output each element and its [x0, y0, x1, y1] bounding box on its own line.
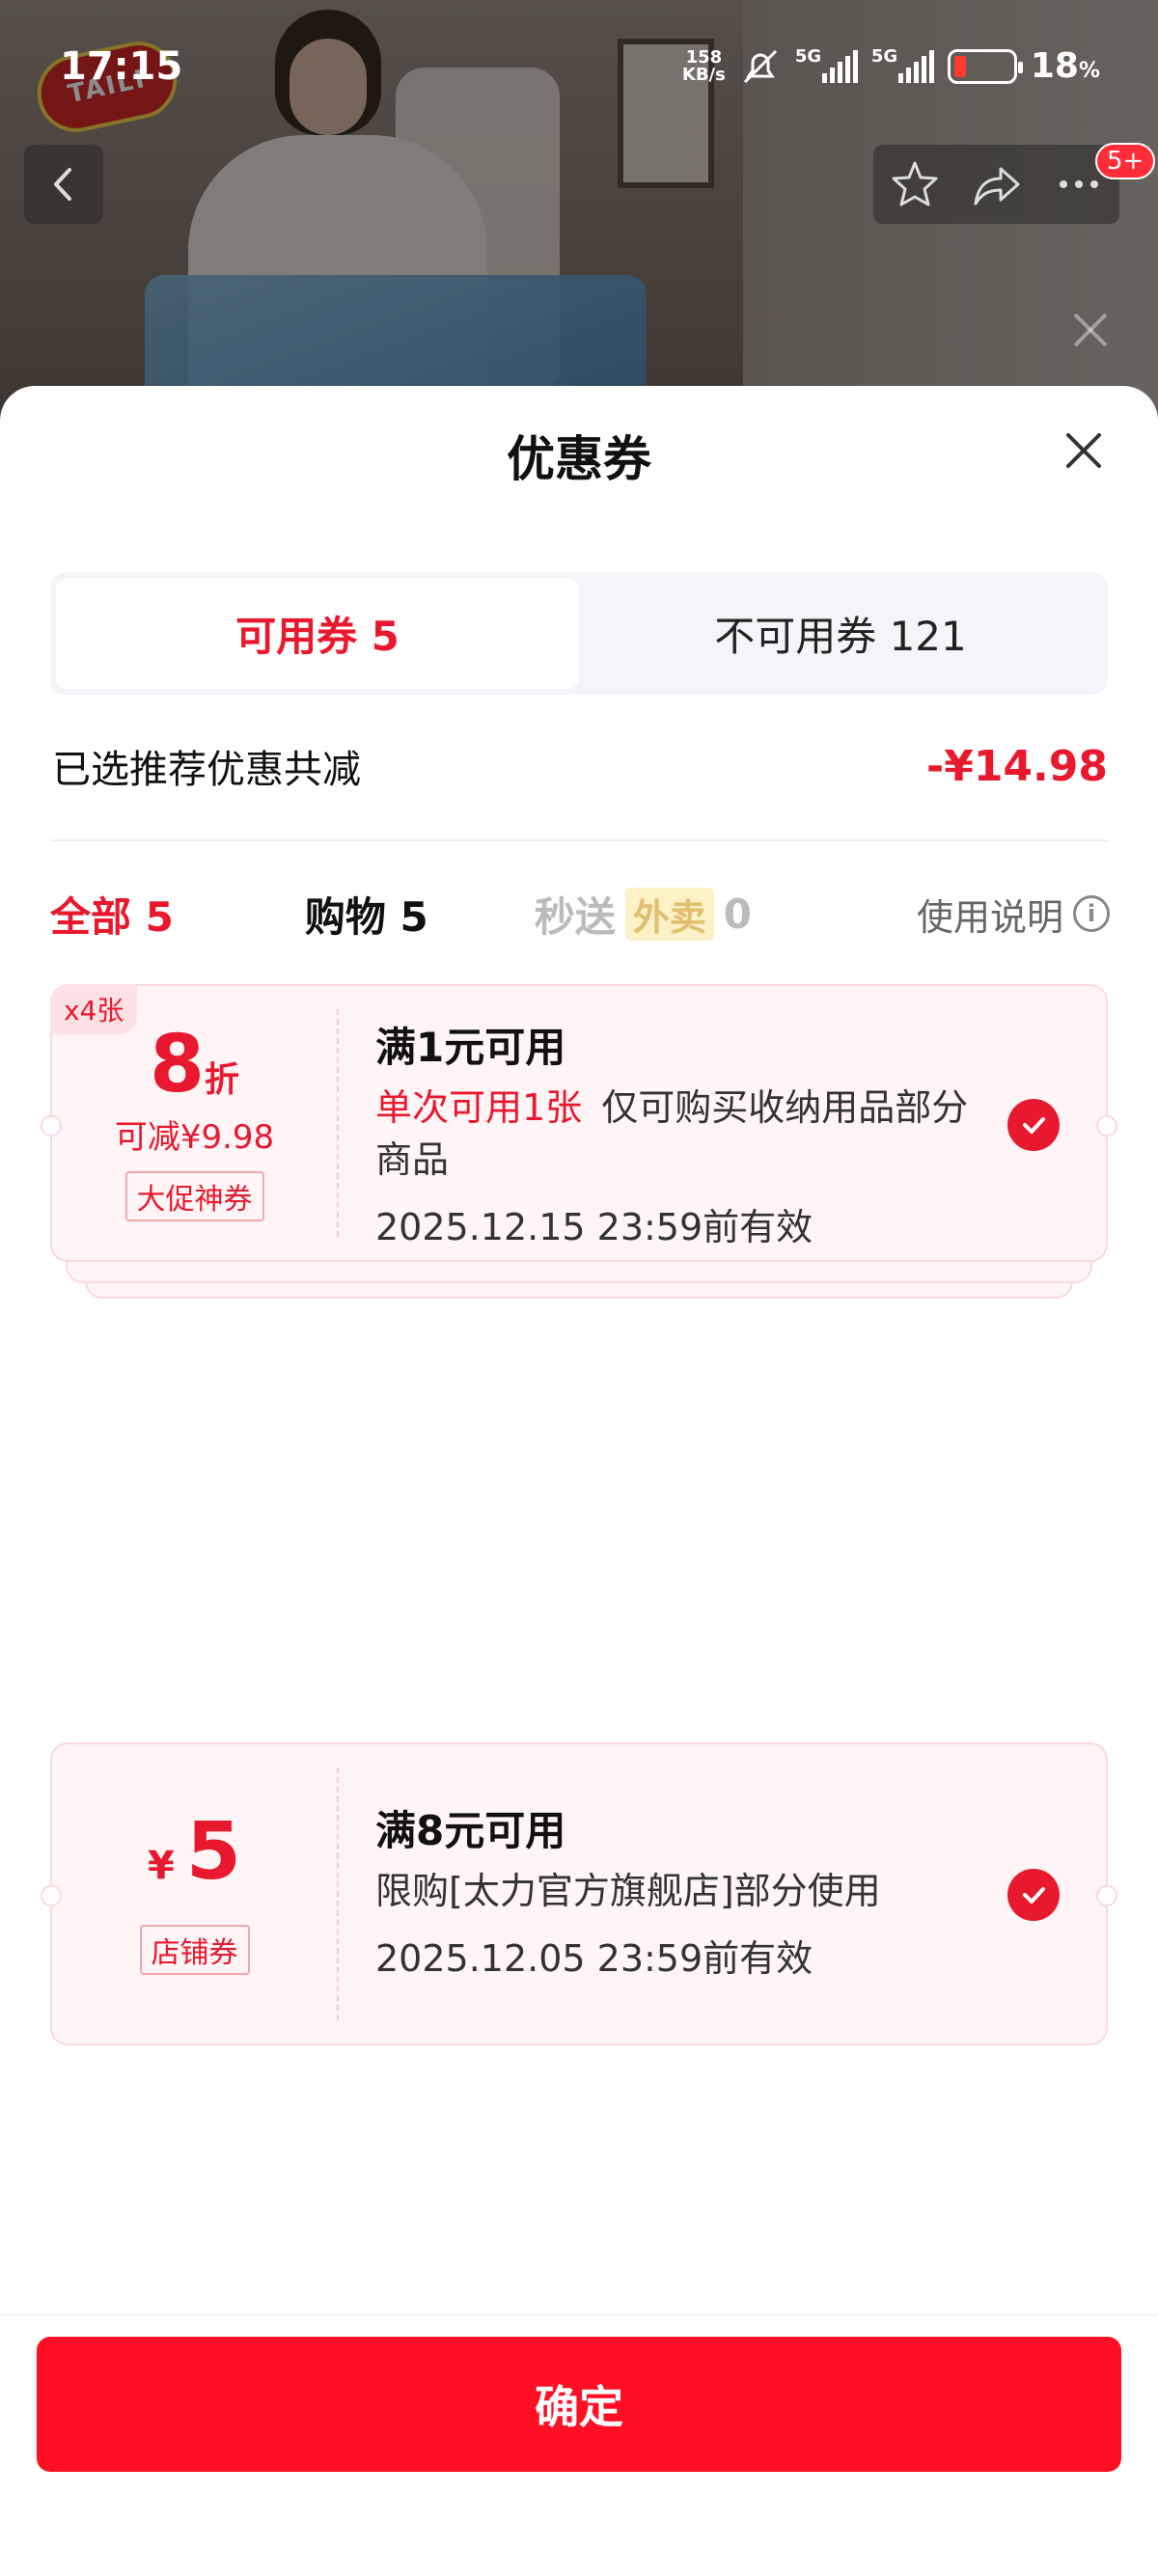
mute-bell-icon [743, 49, 777, 83]
coupon-type-tag: 大促神券 [124, 1170, 264, 1221]
usage-guide-link[interactable]: 使用说明 i [917, 888, 1110, 941]
filter-all[interactable]: 全部 5 [50, 885, 174, 944]
check-icon[interactable] [1007, 1099, 1060, 1151]
top-actions [873, 145, 1119, 224]
coupon-value: 8折 可减¥9.98 大促神券 [52, 986, 337, 1260]
coupon-value: ¥5 店铺券 [52, 1744, 337, 2043]
signal-icon: 5G [795, 46, 858, 83]
coupon-validity: 2025.12.15 23:59前有效 [375, 1206, 813, 1248]
coupon-card[interactable]: x4张 8折 可减¥9.98 大促神券 满1元可用 单次可用1张 仅可购买收纳用品… [41, 984, 1117, 1262]
summary-value: -¥14.98 [925, 741, 1108, 791]
notification-badge: 5+ [1095, 143, 1156, 179]
coupon-description: 限购[太力官方旗舰店]部分使用 [375, 1870, 881, 1912]
network-speed-value: 158 [685, 46, 723, 68]
close-icon-dimmed [1073, 313, 1108, 347]
battery-percent: 18% [1030, 46, 1100, 86]
coupon-card[interactable]: ¥5 店铺券 满8元可用 限购[太力官方旗舰店]部分使用 2025.12.05 … [41, 1742, 1117, 2045]
coupon-amount: ¥5 [148, 1806, 241, 1898]
back-button[interactable] [24, 145, 103, 224]
filter-instant[interactable]: 秒送 外卖 0 [535, 885, 752, 944]
coupon-discount: 8折 [149, 1018, 240, 1110]
category-filters: 全部 5 购物 5 秒送 外卖 0 使用说明 i [50, 880, 1110, 947]
network-speed-unit: KB/s [681, 64, 726, 85]
signal-icon-2: 5G [871, 46, 934, 83]
tab-available[interactable]: 可用券 5 [56, 578, 579, 689]
close-icon[interactable] [1060, 426, 1108, 475]
coupon-validity: 2025.12.05 23:59前有效 [375, 1937, 813, 1980]
tab-unavailable[interactable]: 不可用券 121 [579, 578, 1102, 689]
network-speed: 158 KB/s [681, 46, 726, 85]
summary-label: 已选推荐优惠共减 [52, 748, 361, 792]
status-time: 17:15 [60, 44, 183, 89]
dashed-divider [337, 1768, 339, 2020]
filter-shopping[interactable]: 购物 5 [305, 885, 428, 944]
share-icon[interactable] [970, 157, 1024, 211]
coupon-tabs: 可用券 5 不可用券 121 [50, 572, 1108, 695]
battery-icon [947, 48, 1023, 84]
filter-instant-count: 0 [723, 890, 752, 938]
usage-guide-label: 使用说明 [916, 895, 1063, 939]
signal-label: 5G [794, 45, 822, 67]
status-bar: 17:15 158 KB/s 5G 5G 18% [0, 0, 1158, 135]
filter-instant-label: 秒送 [534, 892, 616, 941]
signal-label-2: 5G [870, 45, 898, 67]
coupon-title: 满8元可用 [375, 1807, 566, 1854]
chevron-left-icon [54, 168, 71, 201]
star-icon[interactable] [888, 157, 942, 211]
divider [52, 839, 1108, 841]
ticket-notch [1096, 1885, 1117, 1906]
status-icons: 158 KB/s 5G 5G 18% [681, 46, 1100, 87]
coupon-description: 单次可用1张 仅可购买收纳用品部分商品 [375, 1086, 969, 1181]
coupon-details: 满1元可用 单次可用1张 仅可购买收纳用品部分商品 2025.12.15 23:5… [375, 986, 990, 1260]
coupon-details: 满8元可用 限购[太力官方旗舰店]部分使用 2025.12.05 23:59前有… [375, 1744, 990, 2043]
coupon-saving: 可减¥9.98 [114, 1117, 275, 1157]
coupon-sheet: 优惠券 可用券 5 不可用券 121 已选推荐优惠共减 -¥14.98 全部 5… [0, 386, 1158, 2576]
takeout-pill: 外卖 [624, 887, 714, 941]
sheet-title: 优惠券 [507, 431, 651, 487]
ticket-notch [1096, 1115, 1117, 1137]
discount-summary: 已选推荐优惠共减 -¥14.98 [52, 738, 1108, 794]
confirm-button[interactable]: 确定 [37, 2337, 1121, 2472]
coupon-title: 满1元可用 [375, 1024, 566, 1071]
info-icon: i [1073, 895, 1110, 932]
coupon-type-tag: 店铺券 [139, 1925, 250, 1975]
footer-divider [0, 2314, 1158, 2316]
dashed-divider [337, 1009, 339, 1237]
check-icon[interactable] [1007, 1869, 1060, 1921]
